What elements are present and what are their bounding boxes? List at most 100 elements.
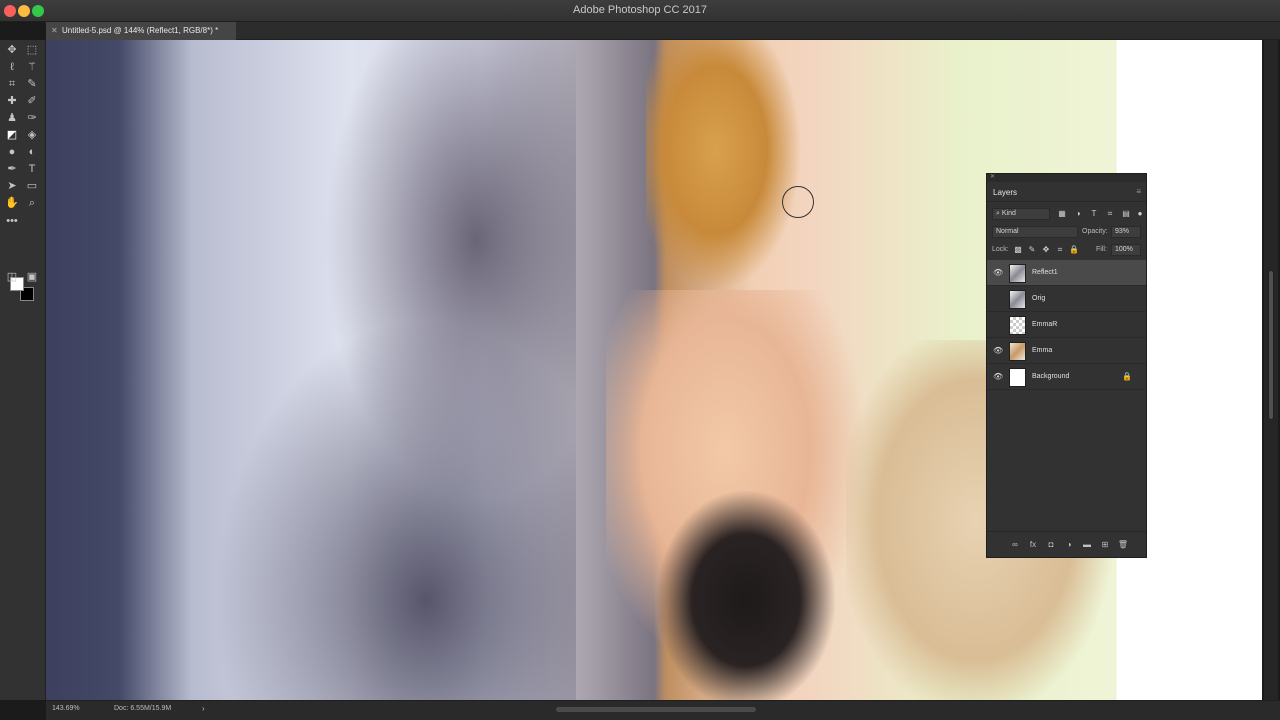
photo-lace-region [646, 470, 846, 700]
blur-tool-icon[interactable]: ● [2, 144, 22, 160]
status-bar: 143.69% Doc: 6.55M/15.9M › [46, 700, 1280, 720]
layer-lock-icon: 🔒 [1122, 372, 1132, 381]
layer-row[interactable]: 👁 Background 🔒 [987, 364, 1146, 390]
filter-pixel-icon[interactable]: ▦ [1057, 209, 1067, 219]
layer-name: EmmaR [1032, 321, 1058, 328]
status-menu-arrow-icon[interactable]: › [202, 704, 205, 713]
layer-row[interactable]: EmmaR [987, 312, 1146, 338]
layer-thumbnail [1009, 342, 1026, 361]
layer-row[interactable]: 👁 Emma [987, 338, 1146, 364]
quick-mask-icon[interactable]: ◫ [2, 269, 22, 285]
hand-tool-icon[interactable]: ✋ [2, 195, 22, 211]
visibility-eye-icon[interactable]: 👁 [993, 268, 1003, 278]
painted-effect-region [46, 40, 576, 700]
blend-opacity-row: Normal Opacity: 93% [987, 224, 1146, 242]
path-selection-tool-icon[interactable]: ➤ [2, 178, 22, 194]
document-tab-bar: ✕ Untitled-5.psd @ 144% (Reflect1, RGB/8… [46, 22, 1280, 40]
layer-style-icon[interactable]: fx [1027, 540, 1039, 550]
layer-row[interactable]: 👁 Reflect1 [987, 260, 1146, 286]
close-panel-icon[interactable]: ✕ [990, 173, 995, 180]
lock-position-icon[interactable]: ✥ [1041, 245, 1051, 255]
zoom-tool-icon[interactable]: ⌕ [22, 195, 42, 211]
title-bar: Adobe Photoshop CC 2017 [0, 0, 1280, 22]
move-tool-icon[interactable]: ✥ [2, 42, 22, 58]
more-tools-icon[interactable]: ••• [2, 213, 22, 229]
visibility-eye-icon[interactable]: 👁 [993, 346, 1003, 356]
eyedropper-tool-icon[interactable]: ✎ [22, 76, 42, 92]
layers-panel-footer: ∞ fx ◘ ◑ ▬ ⊞ 🗑 [987, 531, 1146, 557]
vertical-scroll-thumb[interactable] [1268, 270, 1274, 420]
layer-name: Background [1032, 373, 1070, 380]
link-layers-icon[interactable]: ∞ [1009, 540, 1021, 550]
filter-kind-select[interactable]: ⌕ Kind [992, 208, 1050, 220]
type-tool-icon[interactable]: T [22, 161, 42, 177]
opacity-label: Opacity: [1082, 228, 1108, 235]
document-info: Doc: 6.55M/15.9M [114, 705, 172, 712]
document-tab[interactable]: ✕ Untitled-5.psd @ 144% (Reflect1, RGB/8… [46, 22, 236, 40]
layer-thumbnail [1009, 368, 1026, 387]
healing-brush-tool-icon[interactable]: ✚ [2, 93, 22, 109]
zoom-level[interactable]: 143.69% [52, 705, 80, 712]
layer-name: Emma [1032, 347, 1053, 354]
lock-artboard-icon[interactable]: ⌗ [1055, 245, 1065, 255]
layer-row[interactable]: Orig [987, 286, 1146, 312]
rectangle-tool-icon[interactable]: ▭ [22, 178, 42, 194]
photo-hair-region [646, 40, 806, 310]
layers-panel-header: Layers ≡ [987, 182, 1146, 202]
brush-cursor [782, 186, 814, 218]
magic-wand-tool-icon[interactable]: ⚚ [22, 59, 42, 75]
filter-type-icon[interactable]: T [1089, 209, 1099, 219]
fill-label: Fill: [1096, 246, 1107, 253]
filter-toggle-icon[interactable]: ● [1135, 209, 1145, 219]
delete-layer-icon[interactable]: 🗑 [1117, 540, 1129, 550]
visibility-eye-icon[interactable]: 👁 [993, 372, 1003, 382]
layer-name: Orig [1032, 295, 1046, 302]
opacity-value: 93% [1115, 228, 1130, 235]
visibility-toggle-empty[interactable] [993, 320, 1003, 330]
lock-all-icon[interactable]: 🔒 [1069, 245, 1079, 255]
new-layer-icon[interactable]: ⊞ [1099, 540, 1111, 550]
blend-mode-value: Normal [996, 228, 1019, 235]
panel-drag-bar[interactable]: ✕ [987, 174, 1146, 182]
layers-panel: ✕ Layers ≡ ⌕ Kind ▦ ◑ T ⌗ ▤ ● Normal Opa… [986, 173, 1147, 558]
panel-menu-icon[interactable]: ≡ [1136, 187, 1141, 196]
screen-mode-icon[interactable]: ▣ [22, 269, 42, 285]
new-adjustment-layer-icon[interactable]: ◑ [1063, 540, 1075, 550]
document-tab-title: Untitled-5.psd @ 144% (Reflect1, RGB/8*)… [62, 26, 219, 35]
filter-kind-label: Kind [1001, 210, 1016, 217]
close-tab-icon[interactable]: ✕ [51, 22, 58, 40]
layer-name: Reflect1 [1032, 269, 1058, 276]
blend-mode-select[interactable]: Normal [992, 226, 1078, 238]
layer-thumbnail [1009, 316, 1026, 335]
lasso-tool-icon[interactable]: ℓ [2, 59, 22, 75]
pen-tool-icon[interactable]: ✒ [2, 161, 22, 177]
add-mask-icon[interactable]: ◘ [1045, 540, 1057, 550]
search-icon: ⌕ [996, 210, 1000, 217]
visibility-toggle-empty[interactable] [993, 294, 1003, 304]
new-group-icon[interactable]: ▬ [1081, 540, 1093, 550]
brush-tool-icon[interactable]: ✐ [22, 93, 42, 109]
clone-stamp-tool-icon[interactable]: ♟ [2, 110, 22, 126]
dodge-tool-icon[interactable]: ◐ [22, 144, 42, 160]
horizontal-scrollbar[interactable] [556, 707, 756, 712]
eraser-tool-icon[interactable]: ◩ [2, 127, 22, 143]
lock-image-icon[interactable]: ✎ [1027, 245, 1037, 255]
layer-filter-row: ⌕ Kind ▦ ◑ T ⌗ ▤ ● [987, 206, 1146, 224]
lock-transparent-icon[interactable]: ▩ [1013, 245, 1023, 255]
filter-adjustment-icon[interactable]: ◑ [1073, 209, 1083, 219]
history-brush-tool-icon[interactable]: ✑ [22, 110, 42, 126]
opacity-field[interactable]: 93% [1111, 226, 1141, 238]
crop-tool-icon[interactable]: ⌗ [2, 76, 22, 92]
lock-fill-row: Lock: ▩ ✎ ✥ ⌗ 🔒 Fill: 100% [987, 242, 1146, 260]
layers-panel-title[interactable]: Layers [993, 188, 1017, 197]
paint-bucket-tool-icon[interactable]: ◈ [22, 127, 42, 143]
filter-smart-object-icon[interactable]: ▤ [1121, 209, 1131, 219]
tools-panel: ✥ ⬚ ℓ ⚚ ⌗ ✎ ✚ ✐ ♟ ✑ ◩ ◈ ● ◐ ✒ T ➤ ▭ ✋ ⌕ … [0, 40, 46, 700]
vertical-scrollbar[interactable] [1264, 40, 1278, 700]
marquee-tool-icon[interactable]: ⬚ [22, 42, 42, 58]
fill-field[interactable]: 100% [1111, 244, 1141, 256]
lock-label: Lock: [992, 246, 1009, 253]
app-title: Adobe Photoshop CC 2017 [573, 4, 707, 16]
fill-value: 100% [1115, 246, 1133, 253]
filter-shape-icon[interactable]: ⌗ [1105, 209, 1115, 219]
